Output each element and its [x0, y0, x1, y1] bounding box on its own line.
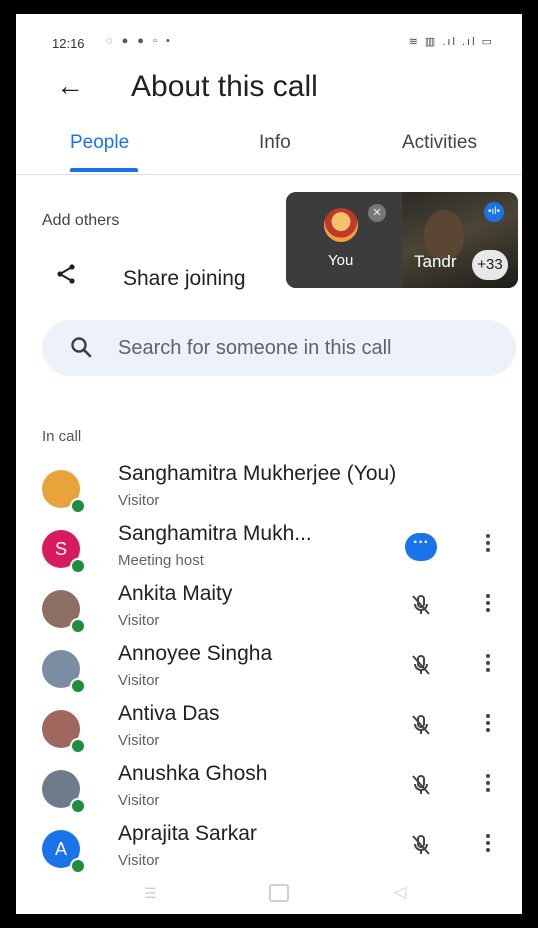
status-bar: 12:16 ◌ ● ● ▫ • ≋ ▥ .ıl .ıl ▭: [16, 14, 522, 64]
kebab-dot: [486, 714, 490, 718]
pip-you-label: You: [328, 252, 354, 269]
online-status-dot: [70, 498, 86, 514]
more-vert-icon[interactable]: [484, 714, 492, 735]
kebab-dot: [486, 541, 490, 545]
more-vert-icon[interactable]: [484, 534, 492, 555]
pip-participant-name: Tandr: [414, 252, 457, 271]
kebab-dot: [486, 594, 490, 598]
pip-more-count: +33: [472, 250, 508, 280]
participant-name: Sanghamitra Mukherjee (You): [118, 462, 397, 485]
status-time: 12:16: [52, 36, 85, 51]
online-status-dot: [70, 798, 86, 814]
self-avatar: [324, 208, 358, 242]
kebab-dot: [486, 601, 490, 605]
participant-name: Aprajita Sarkar: [118, 822, 257, 845]
kebab-dot: [486, 728, 490, 732]
kebab-dot: [486, 721, 490, 725]
share-joining-label: Share joining: [123, 267, 246, 290]
kebab-dot: [486, 661, 490, 665]
tab-people[interactable]: People: [70, 132, 129, 154]
participant-row[interactable]: Sanghamitra Mukherjee (You) Visitor: [16, 462, 522, 520]
participant-row[interactable]: S Sanghamitra Mukh... Meeting host ···: [16, 522, 522, 580]
more-options-button[interactable]: ···: [405, 533, 437, 561]
pip-participant-tile[interactable]: •ıl• Tandr +33: [402, 192, 518, 288]
more-vert-icon[interactable]: [484, 774, 492, 795]
speaking-indicator-icon: •ıl•: [484, 202, 504, 222]
mic-off-icon[interactable]: [408, 592, 434, 623]
kebab-dot: [486, 548, 490, 552]
share-icon: [54, 262, 78, 291]
kebab-dot: [486, 781, 490, 785]
participant-role: Visitor: [118, 612, 160, 629]
mic-off-icon[interactable]: [408, 652, 434, 683]
more-vert-icon[interactable]: [484, 834, 492, 855]
add-others-heading: Add others: [42, 212, 120, 229]
more-vert-icon[interactable]: [484, 594, 492, 615]
participant-role: Visitor: [118, 492, 160, 509]
back-nav-icon[interactable]: ◁: [394, 882, 406, 902]
search-icon: [70, 336, 92, 363]
kebab-dot: [486, 668, 490, 672]
tab-activities[interactable]: Activities: [402, 132, 477, 154]
participant-search-field[interactable]: Search for someone in this call: [42, 320, 516, 376]
online-status-dot: [70, 678, 86, 694]
participant-role: Visitor: [118, 792, 160, 809]
kebab-dot: [486, 834, 490, 838]
kebab-dot: [486, 841, 490, 845]
participant-row[interactable]: Annoyee Singha Visitor: [16, 642, 522, 700]
recents-nav-icon[interactable]: ☰: [144, 885, 157, 902]
participant-row[interactable]: Ankita Maity Visitor: [16, 582, 522, 640]
participant-name: Sanghamitra Mukh...: [118, 522, 312, 545]
mic-off-icon[interactable]: [408, 832, 434, 863]
kebab-dot: [486, 774, 490, 778]
kebab-dot: [486, 534, 490, 538]
phone-screen: 12:16 ◌ ● ● ▫ • ≋ ▥ .ıl .ıl ▭ ← About th…: [16, 14, 522, 914]
system-nav-bar: ☰ ◁: [16, 872, 522, 914]
app-bar: ← About this call: [16, 64, 522, 120]
participant-name: Anushka Ghosh: [118, 762, 268, 785]
online-status-dot: [70, 558, 86, 574]
kebab-dot: [486, 608, 490, 612]
pip-self-tile[interactable]: ✕ You: [286, 192, 402, 288]
notification-icons: ◌ ● ● ▫ •: [106, 35, 173, 47]
tab-info[interactable]: Info: [259, 132, 291, 154]
in-call-heading: In call: [42, 428, 82, 445]
participant-name: Ankita Maity: [118, 582, 233, 605]
participant-row[interactable]: Antiva Das Visitor: [16, 702, 522, 760]
arrow-back-icon[interactable]: ←: [56, 70, 84, 102]
tab-bar: People Info Activities: [16, 126, 522, 175]
system-icons: ≋ ▥ .ıl .ıl ▭: [408, 36, 494, 48]
participant-role: Visitor: [118, 732, 160, 749]
search-placeholder: Search for someone in this call: [118, 337, 392, 359]
kebab-dot: [486, 788, 490, 792]
kebab-dot: [486, 848, 490, 852]
mic-off-icon[interactable]: [408, 772, 434, 803]
home-nav-icon[interactable]: [269, 884, 289, 902]
more-vert-icon[interactable]: [484, 654, 492, 675]
pip-mic-off-icon: ✕: [368, 204, 386, 222]
participant-name: Annoyee Singha: [118, 642, 273, 665]
kebab-dot: [486, 654, 490, 658]
participant-row[interactable]: Anushka Ghosh Visitor: [16, 762, 522, 820]
online-status-dot: [70, 738, 86, 754]
mic-off-icon[interactable]: [408, 712, 434, 743]
participant-role: Visitor: [118, 672, 160, 689]
page-title: About this call: [131, 70, 318, 103]
video-pip[interactable]: ✕ You •ıl• Tandr +33: [286, 192, 518, 288]
participant-role: Visitor: [118, 852, 160, 869]
participant-name: Antiva Das: [118, 702, 220, 725]
online-status-dot: [70, 618, 86, 634]
participant-role: Meeting host: [118, 552, 204, 569]
tab-indicator: [70, 168, 138, 172]
